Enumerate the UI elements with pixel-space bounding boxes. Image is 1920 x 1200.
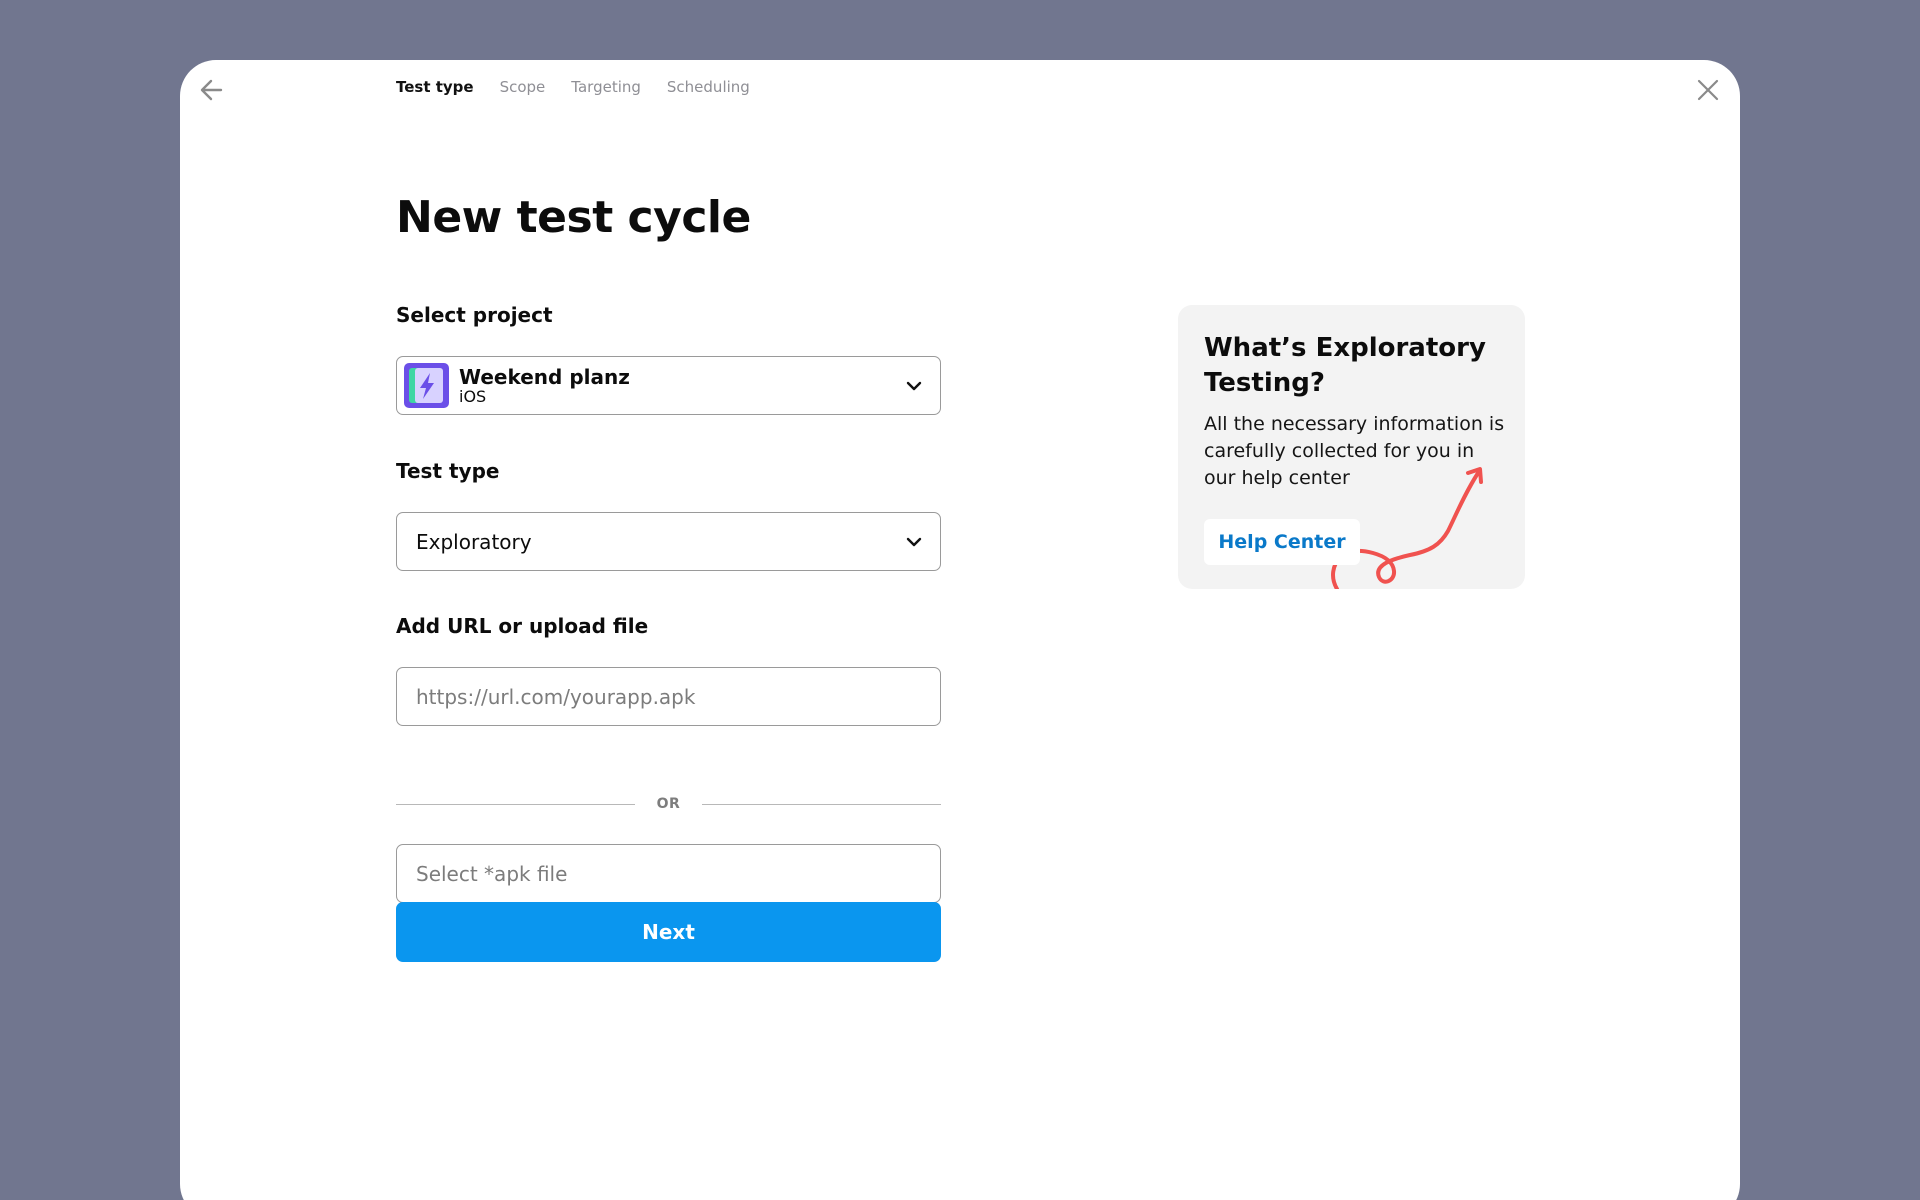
chevron-down-icon [906,537,922,546]
chevron-down-icon [906,381,922,390]
step-test-type[interactable]: Test type [396,76,474,98]
url-input[interactable] [397,668,940,725]
stepper-nav: Test type Scope Targeting Scheduling [396,76,750,98]
test-type-label: Test type [396,459,500,483]
test-type-value: Exploratory [416,529,532,554]
exploratory-info-card: What’s Exploratory Testing? All the nece… [1178,305,1525,589]
next-button[interactable]: Next [396,902,941,962]
new-test-cycle-modal: Test type Scope Targeting Scheduling New… [180,60,1740,1200]
project-platform: iOS [459,386,487,406]
divider-line [702,803,941,805]
close-button[interactable] [1686,68,1730,112]
apk-file-picker[interactable] [396,844,941,903]
divider-line [396,803,635,805]
back-button[interactable] [190,68,234,112]
page-title: New test cycle [396,192,751,243]
project-name: Weekend planz [459,364,630,389]
url-field[interactable] [396,667,941,726]
project-select[interactable]: Weekend planz iOS [396,356,941,415]
upload-label: Add URL or upload file [396,614,649,638]
test-type-select[interactable]: Exploratory [396,512,941,571]
info-card-body: All the necessary information is careful… [1204,413,1505,489]
or-divider: OR [396,794,941,814]
help-center-button[interactable]: Help Center [1204,519,1360,565]
step-scope[interactable]: Scope [500,76,546,98]
app-lightning-icon [404,363,449,408]
arrow-left-icon [200,79,223,101]
close-icon [1697,79,1719,101]
apk-file-input[interactable] [397,845,940,902]
or-label: OR [656,796,681,812]
step-scheduling[interactable]: Scheduling [667,76,750,98]
select-project-label: Select project [396,303,553,327]
info-card-title: What’s Exploratory Testing? [1204,333,1486,398]
step-targeting[interactable]: Targeting [571,76,641,98]
